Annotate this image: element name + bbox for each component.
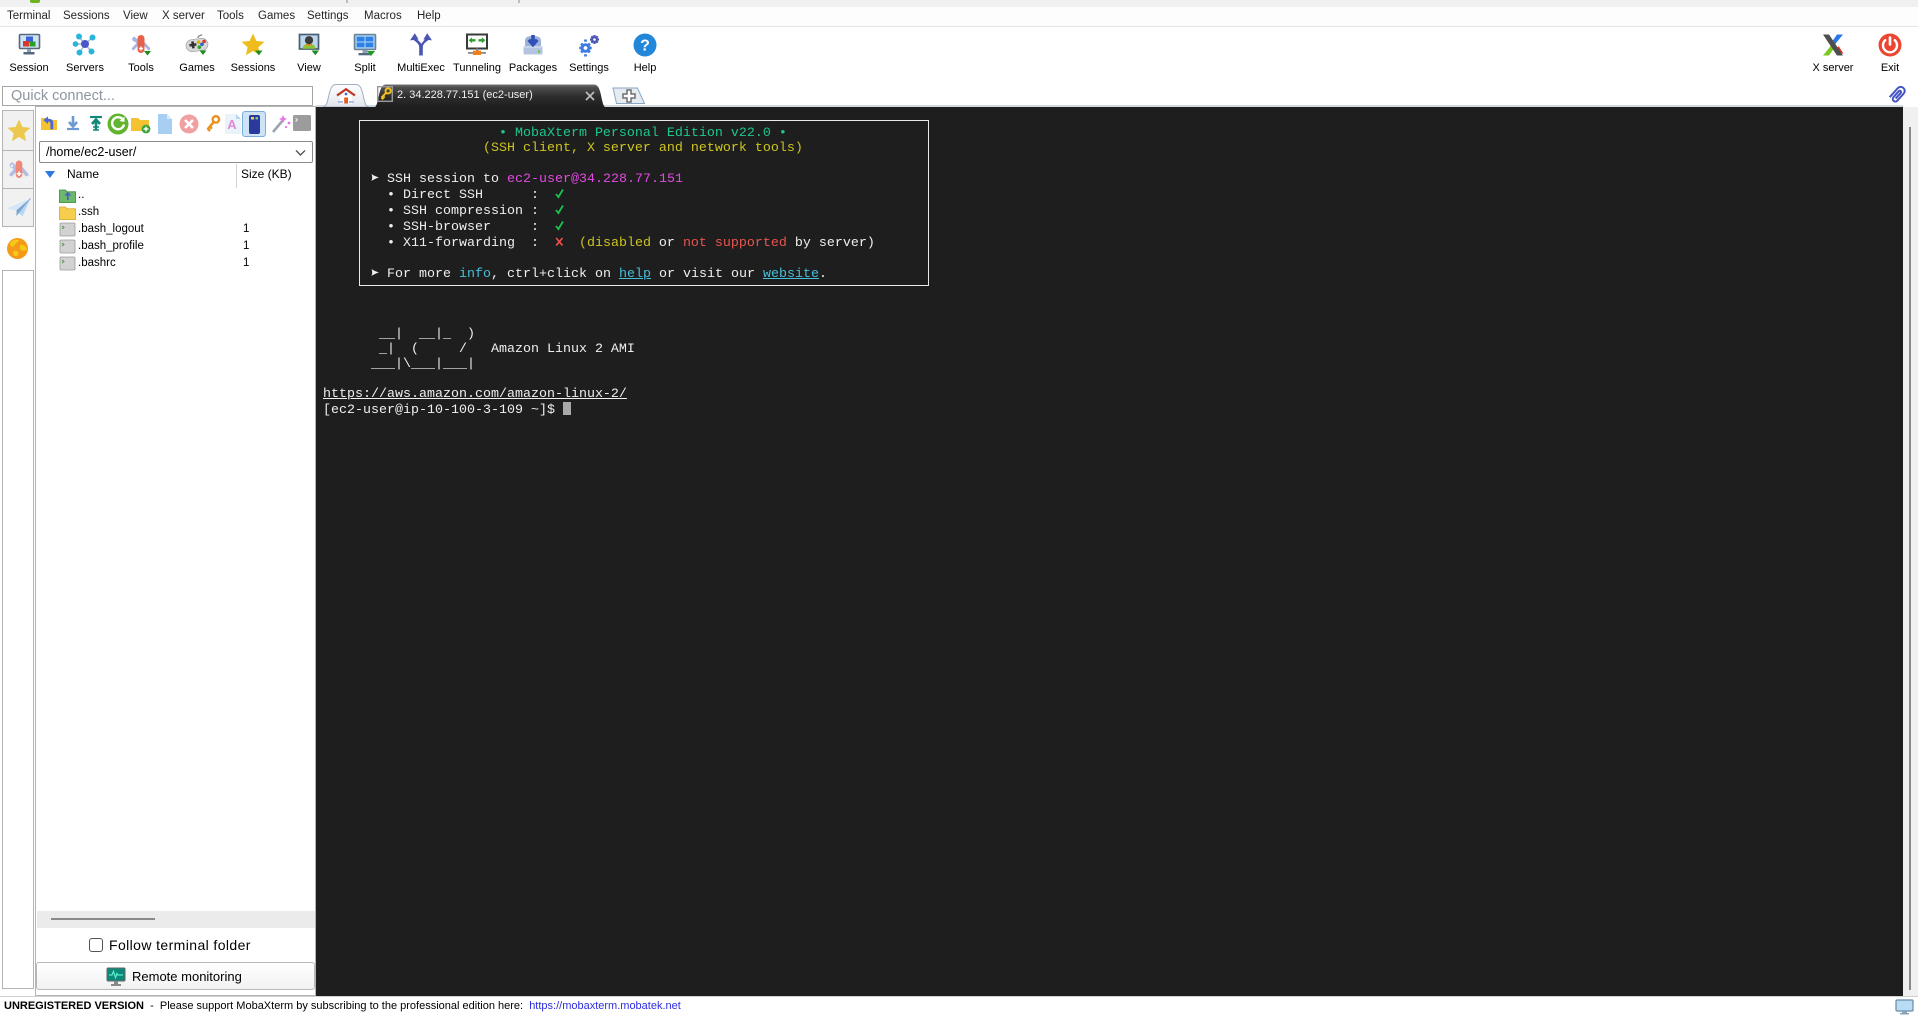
svg-text:?: ?	[640, 38, 650, 55]
svg-text:A: A	[227, 117, 237, 132]
